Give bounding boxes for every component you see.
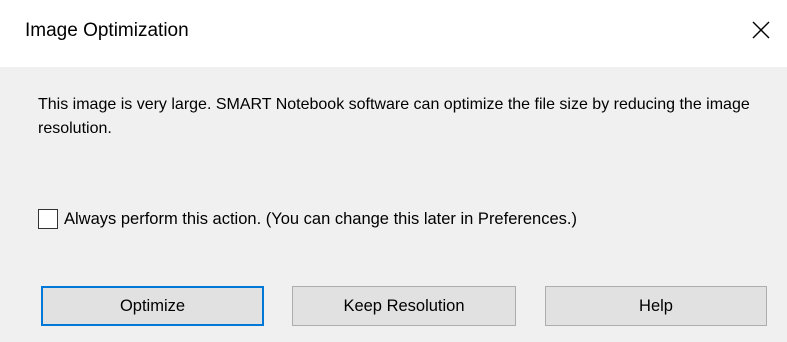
always-perform-option[interactable]: Always perform this action. (You can cha… xyxy=(38,206,577,232)
keep-resolution-button[interactable]: Keep Resolution xyxy=(292,286,516,326)
close-icon xyxy=(752,21,770,39)
title-bar: Image Optimization xyxy=(0,0,787,67)
dialog-title: Image Optimization xyxy=(25,20,189,41)
always-perform-checkbox[interactable] xyxy=(38,209,58,229)
image-optimization-dialog: Image Optimization This image is very la… xyxy=(0,0,787,342)
optimize-button[interactable]: Optimize xyxy=(41,286,264,326)
help-button[interactable]: Help xyxy=(545,286,767,326)
dialog-message: This image is very large. SMART Notebook… xyxy=(38,96,750,137)
always-perform-label[interactable]: Always perform this action. (You can cha… xyxy=(64,207,577,231)
close-button[interactable] xyxy=(743,12,779,48)
